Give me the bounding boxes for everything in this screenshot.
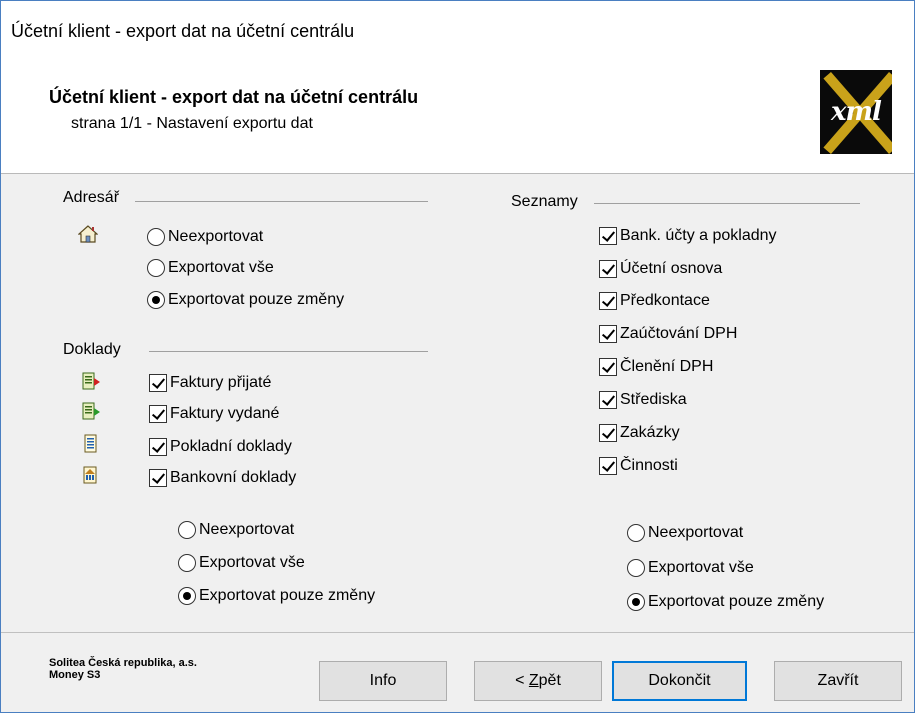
xml-logo-icon: xml <box>820 70 892 154</box>
seznamy-divider <box>594 203 860 204</box>
doklady-option-label: Exportovat pouze změny <box>199 587 376 604</box>
received-invoice-icon <box>82 372 100 390</box>
doklady-radio-pouze-zmeny[interactable] <box>178 587 196 605</box>
doklady-item-label: Bankovní doklady <box>170 469 297 486</box>
seznamy-option-label: Exportovat pouze změny <box>648 593 825 610</box>
ucetni-osnova-checkbox[interactable] <box>599 260 617 278</box>
adresar-option-label: Neexportovat <box>168 228 264 245</box>
seznamy-radio-exportovat-vse[interactable] <box>627 559 645 577</box>
footer-divider <box>1 632 914 633</box>
adresar-option-label: Exportovat pouze změny <box>168 291 345 308</box>
doklady-item-pokladni-doklady[interactable]: Pokladní doklady <box>149 436 292 458</box>
doklady-item-faktury-prijate[interactable]: Faktury přijaté <box>149 372 271 394</box>
adresar-option-label: Exportovat vše <box>168 259 274 276</box>
seznamy-item-zauctovani-dph[interactable]: Zaúčtování DPH <box>599 323 737 345</box>
adresar-option-exportovat-vse[interactable]: Exportovat vše <box>147 257 274 279</box>
seznamy-item-ucetni-osnova[interactable]: Účetní osnova <box>599 258 722 280</box>
title-bar[interactable]: Účetní klient - export dat na účetní cen… <box>1 1 914 65</box>
bank-document-icon <box>83 466 97 484</box>
house-icon <box>78 225 98 243</box>
pokladni-doklady-checkbox[interactable] <box>149 438 167 456</box>
faktury-vydane-checkbox[interactable] <box>149 405 167 423</box>
seznamy-item-bank-ucty[interactable]: Bank. účty a pokladny <box>599 225 777 247</box>
seznamy-option-exportovat-vse[interactable]: Exportovat vše <box>627 557 754 579</box>
seznamy-option-neexportovat[interactable]: Neexportovat <box>627 522 743 544</box>
doklady-item-label: Faktury přijaté <box>170 374 272 391</box>
doklady-option-label: Neexportovat <box>199 521 295 538</box>
company-name: Solitea Česká republika, a.s. <box>49 657 197 669</box>
info-button[interactable]: Info <box>319 661 447 701</box>
seznamy-item-label: Činnosti <box>620 457 678 474</box>
seznamy-item-label: Zaúčtování DPH <box>620 325 738 342</box>
export-wizard-window: Účetní klient - export dat na účetní cen… <box>0 0 915 713</box>
product-name: Money S3 <box>49 669 101 681</box>
seznamy-item-label: Střediska <box>620 391 687 408</box>
strediska-checkbox[interactable] <box>599 391 617 409</box>
doklady-item-faktury-vydane[interactable]: Faktury vydané <box>149 403 279 425</box>
doklady-radio-neexportovat[interactable] <box>178 521 196 539</box>
doklady-radio-exportovat-vse[interactable] <box>178 554 196 572</box>
adresar-radio-neexportovat[interactable] <box>147 228 165 246</box>
back-button[interactable]: < Zpět <box>474 661 602 701</box>
zakazky-checkbox[interactable] <box>599 424 617 442</box>
seznamy-option-label: Exportovat vše <box>648 559 754 576</box>
adresar-group-label: Adresář <box>63 189 120 206</box>
seznamy-item-label: Účetní osnova <box>620 260 723 277</box>
seznamy-item-cinnosti[interactable]: Činnosti <box>599 455 678 477</box>
doklady-divider <box>149 351 428 352</box>
seznamy-group-label: Seznamy <box>511 193 578 210</box>
doklady-item-bankovni-doklady[interactable]: Bankovní doklady <box>149 467 296 489</box>
close-button[interactable]: Zavřít <box>774 661 902 701</box>
doklady-option-pouze-zmeny[interactable]: Exportovat pouze změny <box>178 585 375 607</box>
seznamy-item-cleneni-dph[interactable]: Členění DPH <box>599 356 713 378</box>
seznamy-radio-pouze-zmeny[interactable] <box>627 593 645 611</box>
adresar-radio-pouze-zmeny[interactable] <box>147 291 165 309</box>
seznamy-radio-neexportovat[interactable] <box>627 524 645 542</box>
cash-document-icon <box>84 434 97 453</box>
finish-button[interactable]: Dokončit <box>612 661 747 701</box>
seznamy-option-label: Neexportovat <box>648 524 744 541</box>
back-prefix: < <box>515 672 529 689</box>
zauctovani-dph-checkbox[interactable] <box>599 325 617 343</box>
company-info: Solitea Česká republika, a.s. Money S3 <box>49 657 197 681</box>
wizard-header: Účetní klient - export dat na účetní cen… <box>1 65 914 174</box>
doklady-group-label: Doklady <box>63 341 121 358</box>
back-rest: pět <box>538 672 561 689</box>
back-accelerator: Z <box>528 672 539 689</box>
predkontace-checkbox[interactable] <box>599 292 617 310</box>
seznamy-item-label: Předkontace <box>620 292 710 309</box>
doklady-option-exportovat-vse[interactable]: Exportovat vše <box>178 552 305 574</box>
seznamy-item-label: Zakázky <box>620 424 680 441</box>
seznamy-option-pouze-zmeny[interactable]: Exportovat pouze změny <box>627 591 824 613</box>
seznamy-item-label: Členění DPH <box>620 358 714 375</box>
adresar-divider <box>135 201 428 202</box>
adresar-option-pouze-zmeny[interactable]: Exportovat pouze změny <box>147 289 344 311</box>
adresar-radio-exportovat-vse[interactable] <box>147 259 165 277</box>
xml-logo-text: xml <box>831 97 882 127</box>
doklady-option-label: Exportovat vše <box>199 554 305 571</box>
doklady-option-neexportovat[interactable]: Neexportovat <box>178 519 294 541</box>
doklady-item-label: Faktury vydané <box>170 405 280 422</box>
seznamy-item-predkontace[interactable]: Předkontace <box>599 290 710 312</box>
wizard-subtitle: strana 1/1 - Nastavení exportu dat <box>71 115 313 132</box>
window-title: Účetní klient - export dat na účetní cen… <box>11 21 355 41</box>
cleneni-dph-checkbox[interactable] <box>599 358 617 376</box>
seznamy-item-label: Bank. účty a pokladny <box>620 227 777 244</box>
doklady-item-label: Pokladní doklady <box>170 438 292 455</box>
seznamy-item-strediska[interactable]: Střediska <box>599 389 687 411</box>
bank-ucty-checkbox[interactable] <box>599 227 617 245</box>
adresar-option-neexportovat[interactable]: Neexportovat <box>147 226 263 248</box>
wizard-title: Účetní klient - export dat na účetní cen… <box>49 87 419 107</box>
bankovni-doklady-checkbox[interactable] <box>149 469 167 487</box>
faktury-prijate-checkbox[interactable] <box>149 374 167 392</box>
seznamy-item-zakazky[interactable]: Zakázky <box>599 422 680 444</box>
issued-invoice-icon <box>82 402 100 420</box>
cinnosti-checkbox[interactable] <box>599 457 617 475</box>
